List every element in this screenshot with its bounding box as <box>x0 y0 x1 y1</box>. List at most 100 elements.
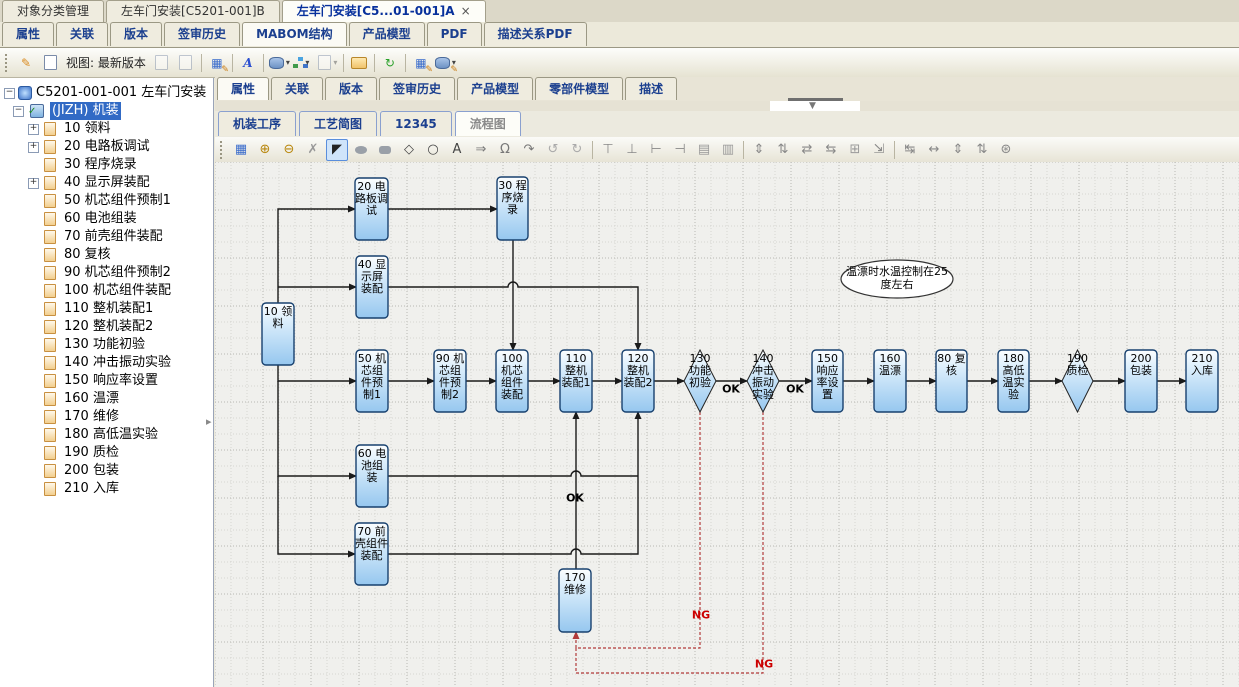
flow-node-20[interactable]: 20 电路板调试 <box>355 181 388 217</box>
flowchart-canvas[interactable]: 10 领料 20 电路板调试 30 程序烧录 40 显示屏装配 50 机芯组件预制1 90… <box>215 162 1239 687</box>
split-icon[interactable]: ▥ <box>717 139 739 161</box>
flow-node-160[interactable]: 160 温漂 <box>874 353 906 377</box>
tree-expander-icon[interactable]: + <box>28 124 39 135</box>
panel-tab-4[interactable]: 产品模型 <box>457 77 533 100</box>
loop-arrow-icon[interactable]: Ω <box>494 139 516 161</box>
close-icon[interactable]: × <box>461 4 471 18</box>
flow-node-170[interactable]: 170 维修 <box>559 572 591 596</box>
same-size-icon[interactable]: ⊞ <box>844 139 866 161</box>
font-icon[interactable]: A <box>237 52 259 74</box>
database-icon[interactable]: ▾ <box>268 52 291 74</box>
flow-node-30[interactable]: 30 程序烧录 <box>497 180 528 216</box>
panel-tab-1[interactable]: 关联 <box>271 77 323 100</box>
tree-expander-icon[interactable]: + <box>28 142 39 153</box>
window-tab-2[interactable]: 左车门安装[C5...01-001]A× <box>282 0 486 22</box>
flow-node-50[interactable]: 50 机芯组件预制1 <box>356 353 388 401</box>
panel-tab-0[interactable]: 属性 <box>217 77 269 100</box>
panel-splitter[interactable]: ▼ <box>215 101 1239 111</box>
tree-item-70[interactable]: 70 前壳组件装配 <box>0 228 213 246</box>
panel-tab-6[interactable]: 描述 <box>625 77 677 100</box>
doc-tab-4[interactable]: MABOM结构 <box>242 22 347 46</box>
tree-item-200[interactable]: 200 包装 <box>0 462 213 480</box>
dropdown-arrow-icon[interactable]: ▾ <box>305 58 309 67</box>
annotation-ellipse-label[interactable]: 温漂时水温控制在25度左右 <box>841 265 953 291</box>
align-right-icon[interactable]: ⊣ <box>669 139 691 161</box>
curve-arrow-icon[interactable]: ↷ <box>518 139 540 161</box>
tree-item-20[interactable]: +20 电路板调试 <box>0 138 213 156</box>
tree-item-180[interactable]: 180 高低温实验 <box>0 426 213 444</box>
tree-item-10[interactable]: +10 领料 <box>0 120 213 138</box>
dropdown-arrow-icon[interactable]: ▾ <box>286 58 290 67</box>
database-edit-icon[interactable]: ✎▾ <box>434 52 457 74</box>
table-edit2-icon[interactable]: ▦✎ <box>410 52 432 74</box>
tree-item-140[interactable]: 140 冲击振动实验 <box>0 354 213 372</box>
space-horizontal-icon[interactable]: ⇄ <box>796 139 818 161</box>
doc-tab-6[interactable]: PDF <box>427 22 482 46</box>
flow-node-180[interactable]: 180 高低温实验 <box>998 353 1029 401</box>
align-bottom-icon[interactable]: ⊥ <box>621 139 643 161</box>
flow-node-90[interactable]: 90 机芯组件预制2 <box>434 353 466 401</box>
tree-item-40[interactable]: +40 显示屏装配 <box>0 174 213 192</box>
refresh-icon[interactable]: ↻ <box>379 52 401 74</box>
flow-node-150[interactable]: 150 响应率设置 <box>812 353 843 401</box>
flow-node-100[interactable]: 100 机芯组件装配 <box>496 353 528 401</box>
space-horizontal2-icon[interactable]: ⇆ <box>820 139 842 161</box>
sub-tab-0[interactable]: 机装工序 <box>218 111 296 136</box>
ellipse-tool-icon[interactable] <box>350 139 372 161</box>
tree-item-100[interactable]: 100 机芯组件装配 <box>0 282 213 300</box>
tree-item-190[interactable]: 190 质检 <box>0 444 213 462</box>
fit-all-icon[interactable]: ⊛ <box>995 139 1017 161</box>
sub-tab-3[interactable]: 流程图 <box>455 111 521 136</box>
doc-tab-3[interactable]: 签审历史 <box>164 22 240 46</box>
delete-icon[interactable]: ✗ <box>302 139 324 161</box>
panel-tab-5[interactable]: 零部件模型 <box>535 77 623 100</box>
flow-node-40[interactable]: 40 显示屏装配 <box>356 259 388 295</box>
space-vertical-icon[interactable]: ⇕ <box>748 139 770 161</box>
tree-group-jizh[interactable]: −(JIZH) 机装 <box>0 102 213 120</box>
tree-item-160[interactable]: 160 温漂 <box>0 390 213 408</box>
merge-icon[interactable]: ▤ <box>693 139 715 161</box>
flow-node-110[interactable]: 110 整机装配1 <box>560 353 592 389</box>
structure-tree-icon[interactable]: ▾ <box>293 52 315 74</box>
flowbar-grip[interactable] <box>220 141 226 159</box>
rotate-cw-icon[interactable]: ↻ <box>566 139 588 161</box>
panel-splitter-arrow[interactable]: ▸ <box>206 415 212 428</box>
tree-item-150[interactable]: 150 响应率设置 <box>0 372 213 390</box>
rounded-rect-tool-icon[interactable] <box>374 139 396 161</box>
tree-item-110[interactable]: 110 整机装配1 <box>0 300 213 318</box>
flow-node-70[interactable]: 70 前壳组件装配 <box>355 526 388 562</box>
table-edit-icon[interactable]: ▦✎ <box>206 52 228 74</box>
toolbar-grip[interactable] <box>5 54 11 72</box>
folder-search-icon[interactable] <box>348 52 370 74</box>
align-left-icon[interactable]: ⊢ <box>645 139 667 161</box>
diamond-tool-icon[interactable]: ◇ <box>398 139 420 161</box>
space-vertical2-icon[interactable]: ⇅ <box>772 139 794 161</box>
flow-node-120[interactable]: 120 整机装配2 <box>622 353 654 389</box>
zoom-out-icon[interactable]: ⊖ <box>278 139 300 161</box>
tree-item-120[interactable]: 120 整机装配2 <box>0 318 213 336</box>
flow-node-10[interactable]: 10 领料 <box>262 306 294 330</box>
h-shrink-icon[interactable]: ↹ <box>899 139 921 161</box>
rotate-ccw-icon[interactable]: ↺ <box>542 139 564 161</box>
panel-tab-3[interactable]: 签审历史 <box>379 77 455 100</box>
arrow-tool-icon[interactable]: ⇒ <box>470 139 492 161</box>
dropdown-arrow-icon[interactable]: ▾ <box>333 58 337 67</box>
doc-tab-5[interactable]: 产品模型 <box>349 22 425 46</box>
flow-node-190[interactable]: 190 质检 <box>1062 353 1093 377</box>
grid-view-icon[interactable]: ▦ <box>230 139 252 161</box>
v-shrink-icon[interactable]: ⇅ <box>971 139 993 161</box>
chevron-down-icon[interactable]: ▼ <box>809 101 816 111</box>
text-tool-icon[interactable]: A <box>446 139 468 161</box>
window-tab-0[interactable]: 对象分类管理 <box>2 0 104 22</box>
edit-pencil-icon[interactable]: ✎ <box>15 52 37 74</box>
panel-tab-2[interactable]: 版本 <box>325 77 377 100</box>
collapse-icon[interactable]: ⇲ <box>868 139 890 161</box>
zoom-in-icon[interactable]: ⊕ <box>254 139 276 161</box>
tree-item-90[interactable]: 90 机芯组件预制2 <box>0 264 213 282</box>
new-document-icon[interactable] <box>39 52 61 74</box>
align-top-icon[interactable]: ⊤ <box>597 139 619 161</box>
tree-item-50[interactable]: 50 机芯组件预制1 <box>0 192 213 210</box>
tree-root[interactable]: −C5201-001-001 左车门安装 <box>0 84 213 102</box>
doc-tab-0[interactable]: 属性 <box>2 22 54 46</box>
tree-expander-icon[interactable]: − <box>4 88 15 99</box>
